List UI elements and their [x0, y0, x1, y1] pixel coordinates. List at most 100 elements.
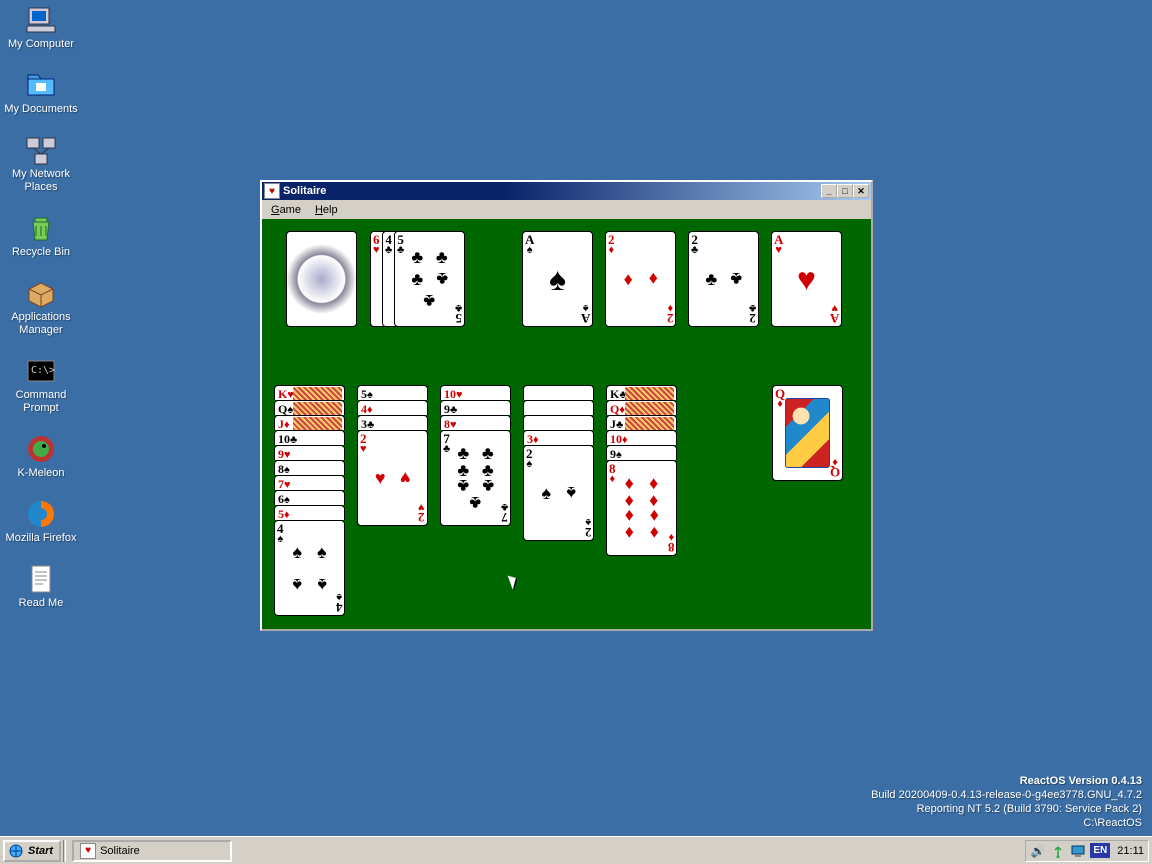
card-8♠[interactable]: 8♠ [274, 460, 345, 475]
foundation-1[interactable]: A♠♠A♠ [522, 231, 593, 327]
card-hidden[interactable] [523, 385, 594, 400]
game-area: 6♥♥♥♥♥♥♥6♥4♣♣♣♣♣4♣5♣♣♣♣♣♣5♣ A♠♠A♠ 2♦♦♦2♦… [262, 219, 871, 629]
card-2♥[interactable]: 2♥♥♥2♥ [357, 430, 428, 526]
maximize-button[interactable]: □ [837, 184, 853, 198]
top-row: 6♥♥♥♥♥♥♥6♥4♣♣♣♣♣4♣5♣♣♣♣♣♣5♣ A♠♠A♠ 2♦♦♦2♦… [276, 231, 859, 341]
card-hidden[interactable] [523, 415, 594, 430]
desktop-icon-label: Recycle Bin [12, 246, 70, 259]
desktop-icon-firefox[interactable]: Mozilla Firefox [4, 498, 78, 545]
solitaire-icon: ♥ [80, 843, 96, 859]
card-10♣[interactable]: 10♣ [274, 430, 345, 445]
tableau-pile-4[interactable]: 3♦2♠♠♠2♠ [523, 385, 594, 541]
watermark-line3: Reporting NT 5.2 (Build 3790: Service Pa… [871, 802, 1142, 816]
card-A♠[interactable]: A♠♠A♠ [522, 231, 593, 327]
desktop-icon-network[interactable]: My Network Places [4, 134, 78, 194]
foundation-4[interactable]: A♥♥A♥ [771, 231, 842, 327]
card-10♥[interactable]: 10♥ [440, 385, 511, 400]
card-7♣[interactable]: 7♣♣♣♣♣♣♣♣7♣ [440, 430, 511, 526]
start-label: Start [28, 845, 53, 857]
box-icon [25, 277, 57, 309]
waste-pile[interactable]: 6♥♥♥♥♥♥♥6♥4♣♣♣♣♣4♣5♣♣♣♣♣♣5♣ [370, 231, 465, 327]
desktop-icon[interactable] [1070, 843, 1086, 859]
card-9♠[interactable]: 9♠ [606, 445, 677, 460]
card-7♥[interactable]: 7♥ [274, 475, 345, 490]
card-2♠[interactable]: 2♠♠♠2♠ [523, 445, 594, 541]
card-Q♠[interactable]: Q♠ [274, 400, 345, 415]
card-8♥[interactable]: 8♥ [440, 415, 511, 430]
card-5♦[interactable]: 5♦ [274, 505, 345, 520]
card-4♠[interactable]: 4♠♠♠♠♠4♠ [274, 520, 345, 616]
start-button[interactable]: Start [3, 840, 61, 862]
desktop-icon-computer[interactable]: My Computer [4, 4, 78, 51]
foundation-3[interactable]: 2♣♣♣2♣ [688, 231, 759, 327]
close-button[interactable]: ✕ [853, 184, 869, 198]
window-title: Solitaire [283, 185, 326, 197]
card-Q♦[interactable]: Q♦ [606, 400, 677, 415]
desktop-icon-kmeleon[interactable]: K-Meleon [4, 433, 78, 480]
card-9♣[interactable]: 9♣ [440, 400, 511, 415]
watermark-line1: ReactOS Version 0.4.13 [871, 774, 1142, 788]
card-2♣[interactable]: 2♣♣♣2♣ [688, 231, 759, 327]
card-A♥[interactable]: A♥♥A♥ [771, 231, 842, 327]
card-K♣[interactable]: K♣ [606, 385, 677, 400]
minimize-button[interactable]: _ [821, 184, 837, 198]
watermark-line4: C:\ReactOS [871, 816, 1142, 830]
taskbar-item-solitaire[interactable]: ♥ Solitaire [72, 840, 232, 862]
desktop-icon-label: My Computer [8, 38, 74, 51]
version-watermark: ReactOS Version 0.4.13 Build 20200409-0.… [871, 774, 1142, 830]
watermark-line2: Build 20200409-0.4.13-release-0-g4ee3778… [871, 788, 1142, 802]
card-Q♦[interactable]: Q♦Q♦ [772, 385, 843, 481]
terminal-icon: C:\> [25, 355, 57, 387]
card-hidden[interactable] [523, 400, 594, 415]
tableau-pile-5[interactable]: K♣Q♦J♣10♦9♠8♦♦♦♦♦♦♦♦♦8♦ [606, 385, 677, 556]
desktop-icon-box[interactable]: Applications Manager [4, 277, 78, 337]
language-indicator[interactable]: EN [1090, 843, 1110, 858]
card-2♦[interactable]: 2♦♦♦2♦ [605, 231, 676, 327]
card-9♥[interactable]: 9♥ [274, 445, 345, 460]
foundation-2[interactable]: 2♦♦♦2♦ [605, 231, 676, 327]
clock[interactable]: 21:11 [1117, 845, 1144, 857]
desktop-icon-label: Read Me [19, 597, 64, 610]
solitaire-window[interactable]: ♥ Solitaire _ □ ✕ Game Help 6♥♥♥♥♥♥♥6♥4♣… [260, 180, 873, 631]
taskbar: Start ♥ Solitaire 🔊 EN 21:11 [0, 836, 1152, 864]
volume-icon[interactable]: 🔊 [1030, 843, 1046, 859]
card-4♦[interactable]: 4♦ [357, 400, 428, 415]
tableau-pile-1[interactable]: K♥Q♠J♦10♣9♥8♠7♥6♠5♦4♠♠♠♠♠4♠ [274, 385, 345, 616]
solitaire-icon: ♥ [264, 183, 280, 199]
kmeleon-icon [25, 433, 57, 465]
titlebar[interactable]: ♥ Solitaire _ □ ✕ [262, 182, 871, 200]
stock-pile[interactable] [286, 231, 357, 327]
card-K♥[interactable]: K♥ [274, 385, 345, 400]
card-J♦[interactable]: J♦ [274, 415, 345, 430]
card-5♠[interactable]: 5♠ [357, 385, 428, 400]
system-tray: 🔊 EN 21:11 [1025, 840, 1149, 862]
card-3♦[interactable]: 3♦ [523, 430, 594, 445]
recycle-icon [25, 212, 57, 244]
network-icon [25, 134, 57, 166]
desktop-icon-folder[interactable]: My Documents [4, 69, 78, 116]
card-6♠[interactable]: 6♠ [274, 490, 345, 505]
menubar: Game Help [262, 200, 871, 219]
svg-text:C:\>: C:\> [31, 365, 55, 376]
card-5♣[interactable]: 5♣♣♣♣♣♣5♣ [394, 231, 465, 327]
tableau-pile-3[interactable]: 10♥9♣8♥7♣♣♣♣♣♣♣♣7♣ [440, 385, 511, 526]
desktop-icon-recycle[interactable]: Recycle Bin [4, 212, 78, 259]
desktop-icon-terminal[interactable]: C:\>Command Prompt [4, 355, 78, 415]
card-10♦[interactable]: 10♦ [606, 430, 677, 445]
menu-help[interactable]: Help [308, 203, 345, 217]
card-8♦[interactable]: 8♦♦♦♦♦♦♦♦♦8♦ [606, 460, 677, 556]
computer-icon [25, 4, 57, 36]
usb-icon[interactable] [1050, 843, 1066, 859]
desktop-icon-textfile[interactable]: Read Me [4, 563, 78, 610]
taskbar-item-label: Solitaire [100, 845, 140, 857]
menu-game[interactable]: Game [264, 203, 308, 217]
tableau-pile-2[interactable]: 5♠4♦3♣2♥♥♥2♥ [357, 385, 428, 526]
desktop-icons: My Computer My Documents My Network Places… [4, 4, 84, 628]
folder-icon [25, 69, 57, 101]
card-back[interactable] [286, 231, 357, 327]
card-J♣[interactable]: J♣ [606, 415, 677, 430]
textfile-icon [25, 563, 57, 595]
tableau-pile-7[interactable]: Q♦Q♦ [772, 385, 843, 481]
taskbar-divider [63, 840, 66, 862]
card-3♣[interactable]: 3♣ [357, 415, 428, 430]
